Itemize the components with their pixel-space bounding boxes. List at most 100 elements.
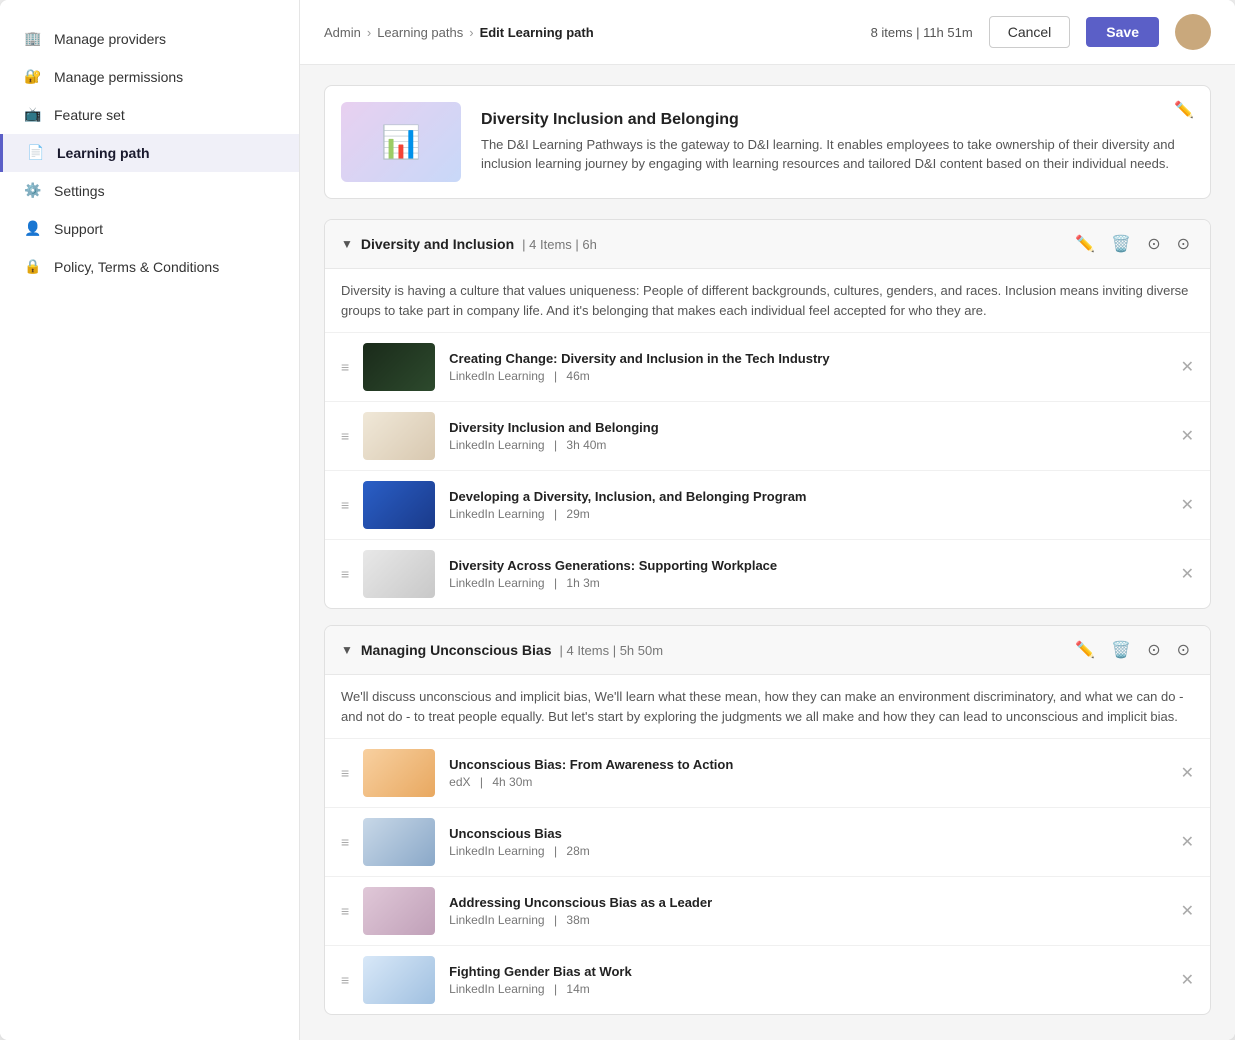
- course-row: ≡ Developing a Diversity, Inclusion, and…: [325, 471, 1210, 540]
- remove-course-button[interactable]: ✕: [1181, 832, 1194, 852]
- course-info: Unconscious Bias LinkedIn Learning | 28m: [449, 826, 1166, 858]
- remove-course-button[interactable]: ✕: [1181, 970, 1194, 990]
- remove-course-button[interactable]: ✕: [1181, 495, 1194, 515]
- hero-card: 📊 Diversity Inclusion and Belonging The …: [324, 85, 1211, 199]
- hero-description: The D&I Learning Pathways is the gateway…: [481, 135, 1194, 174]
- down-icon-diversity-inclusion[interactable]: ⊙: [1173, 232, 1194, 256]
- sidebar-item-label: Policy, Terms & Conditions: [54, 259, 219, 275]
- course-thumbnail: [363, 550, 435, 598]
- course-thumbnail: [363, 749, 435, 797]
- course-info: Diversity Inclusion and Belonging Linked…: [449, 420, 1166, 452]
- breadcrumb-admin[interactable]: Admin: [324, 25, 361, 40]
- support-icon: 👤: [24, 220, 42, 238]
- remove-course-button[interactable]: ✕: [1181, 357, 1194, 377]
- course-provider: LinkedIn Learning: [449, 982, 544, 996]
- hero-text: Diversity Inclusion and Belonging The D&…: [481, 111, 1194, 174]
- course-title: Unconscious Bias: From Awareness to Acti…: [449, 757, 1166, 772]
- section-header-managing-unconscious-bias: ▼ Managing Unconscious Bias | 4 Items | …: [325, 626, 1210, 675]
- delete-icon-diversity-inclusion[interactable]: 🗑️: [1107, 232, 1135, 256]
- course-title: Addressing Unconscious Bias as a Leader: [449, 895, 1166, 910]
- hero-edit-button[interactable]: ✏️: [1174, 100, 1194, 120]
- sidebar-item-learning-path[interactable]: 📄 Learning path: [0, 134, 299, 172]
- down-icon-managing-unconscious-bias[interactable]: ⊙: [1173, 638, 1194, 662]
- learning-path-icon: 📄: [27, 144, 45, 162]
- sidebar-item-label: Feature set: [54, 107, 125, 123]
- sidebar-item-manage-providers[interactable]: 🏢 Manage providers: [0, 20, 299, 58]
- sidebar: 🏢 Manage providers 🔐 Manage permissions …: [0, 0, 300, 1040]
- manage-permissions-icon: 🔐: [24, 68, 42, 86]
- course-info: Developing a Diversity, Inclusion, and B…: [449, 489, 1166, 521]
- course-subtitle: edX | 4h 30m: [449, 775, 1166, 789]
- course-subtitle: LinkedIn Learning | 46m: [449, 369, 1166, 383]
- edit-icon-managing-unconscious-bias[interactable]: ✏️: [1071, 638, 1099, 662]
- content-area: 📊 Diversity Inclusion and Belonging The …: [300, 65, 1235, 1040]
- section-desc-diversity-inclusion: Diversity is having a culture that value…: [325, 269, 1210, 333]
- course-duration: 1h 3m: [566, 576, 599, 590]
- drag-handle[interactable]: ≡: [341, 359, 349, 375]
- sidebar-item-manage-permissions[interactable]: 🔐 Manage permissions: [0, 58, 299, 96]
- breadcrumb: Admin › Learning paths › Edit Learning p…: [324, 25, 594, 40]
- sidebar-item-settings[interactable]: ⚙️ Settings: [0, 172, 299, 210]
- course-duration: 29m: [566, 507, 589, 521]
- edit-icon-diversity-inclusion[interactable]: ✏️: [1071, 232, 1099, 256]
- course-row: ≡ Unconscious Bias LinkedIn Learning | 2…: [325, 808, 1210, 877]
- drag-handle[interactable]: ≡: [341, 428, 349, 444]
- section-actions-diversity-inclusion: ✏️ 🗑️ ⊙ ⊙: [1071, 232, 1194, 256]
- drag-handle[interactable]: ≡: [341, 903, 349, 919]
- feature-set-icon: 📺: [24, 106, 42, 124]
- course-title: Diversity Across Generations: Supporting…: [449, 558, 1166, 573]
- course-thumbnail: [363, 412, 435, 460]
- sidebar-item-label: Settings: [54, 183, 105, 199]
- policy-icon: 🔒: [24, 258, 42, 276]
- course-info: Unconscious Bias: From Awareness to Acti…: [449, 757, 1166, 789]
- delete-icon-managing-unconscious-bias[interactable]: 🗑️: [1107, 638, 1135, 662]
- remove-course-button[interactable]: ✕: [1181, 763, 1194, 783]
- drag-handle[interactable]: ≡: [341, 765, 349, 781]
- remove-course-button[interactable]: ✕: [1181, 564, 1194, 584]
- course-subtitle: LinkedIn Learning | 14m: [449, 982, 1166, 996]
- drag-handle[interactable]: ≡: [341, 566, 349, 582]
- drag-handle[interactable]: ≡: [341, 834, 349, 850]
- course-subtitle: LinkedIn Learning | 28m: [449, 844, 1166, 858]
- topbar-right: 8 items | 11h 51m Cancel Save: [871, 14, 1211, 50]
- course-title: Developing a Diversity, Inclusion, and B…: [449, 489, 1166, 504]
- section-title-managing-unconscious-bias: Managing Unconscious Bias: [361, 642, 552, 658]
- breadcrumb-learning-paths[interactable]: Learning paths: [377, 25, 463, 40]
- course-info: Addressing Unconscious Bias as a Leader …: [449, 895, 1166, 927]
- drag-handle[interactable]: ≡: [341, 972, 349, 988]
- items-meta: 8 items | 11h 51m: [871, 25, 973, 40]
- save-button[interactable]: Save: [1086, 17, 1159, 47]
- course-row: ≡ Diversity Inclusion and Belonging Link…: [325, 402, 1210, 471]
- collapse-icon-managing-unconscious-bias[interactable]: ▼: [341, 643, 353, 657]
- course-title: Diversity Inclusion and Belonging: [449, 420, 1166, 435]
- up-icon-diversity-inclusion[interactable]: ⊙: [1143, 232, 1164, 256]
- hero-title: Diversity Inclusion and Belonging: [481, 111, 1194, 129]
- course-provider: LinkedIn Learning: [449, 507, 544, 521]
- collapse-icon-diversity-inclusion[interactable]: ▼: [341, 237, 353, 251]
- course-provider: LinkedIn Learning: [449, 369, 544, 383]
- sidebar-item-feature-set[interactable]: 📺 Feature set: [0, 96, 299, 134]
- section-meta-managing-unconscious-bias: | 4 Items | 5h 50m: [559, 643, 663, 658]
- up-icon-managing-unconscious-bias[interactable]: ⊙: [1143, 638, 1164, 662]
- section-header-left: ▼ Managing Unconscious Bias | 4 Items | …: [341, 642, 663, 658]
- sidebar-item-label: Learning path: [57, 145, 150, 161]
- sidebar-item-label: Support: [54, 221, 103, 237]
- course-row: ≡ Unconscious Bias: From Awareness to Ac…: [325, 739, 1210, 808]
- section-title-diversity-inclusion: Diversity and Inclusion: [361, 236, 514, 252]
- sidebar-item-label: Manage permissions: [54, 69, 183, 85]
- course-title: Creating Change: Diversity and Inclusion…: [449, 351, 1166, 366]
- cancel-button[interactable]: Cancel: [989, 16, 1071, 48]
- section-diversity-inclusion: ▼ Diversity and Inclusion | 4 Items | 6h…: [324, 219, 1211, 609]
- course-duration: 4h 30m: [492, 775, 532, 789]
- section-header-left: ▼ Diversity and Inclusion | 4 Items | 6h: [341, 236, 597, 252]
- sidebar-item-policy[interactable]: 🔒 Policy, Terms & Conditions: [0, 248, 299, 286]
- sidebar-item-support[interactable]: 👤 Support: [0, 210, 299, 248]
- drag-handle[interactable]: ≡: [341, 497, 349, 513]
- course-row: ≡ Addressing Unconscious Bias as a Leade…: [325, 877, 1210, 946]
- section-desc-managing-unconscious-bias: We'll discuss unconscious and implicit b…: [325, 675, 1210, 739]
- remove-course-button[interactable]: ✕: [1181, 426, 1194, 446]
- course-title: Unconscious Bias: [449, 826, 1166, 841]
- remove-course-button[interactable]: ✕: [1181, 901, 1194, 921]
- course-info: Diversity Across Generations: Supporting…: [449, 558, 1166, 590]
- course-duration: 3h 40m: [566, 438, 606, 452]
